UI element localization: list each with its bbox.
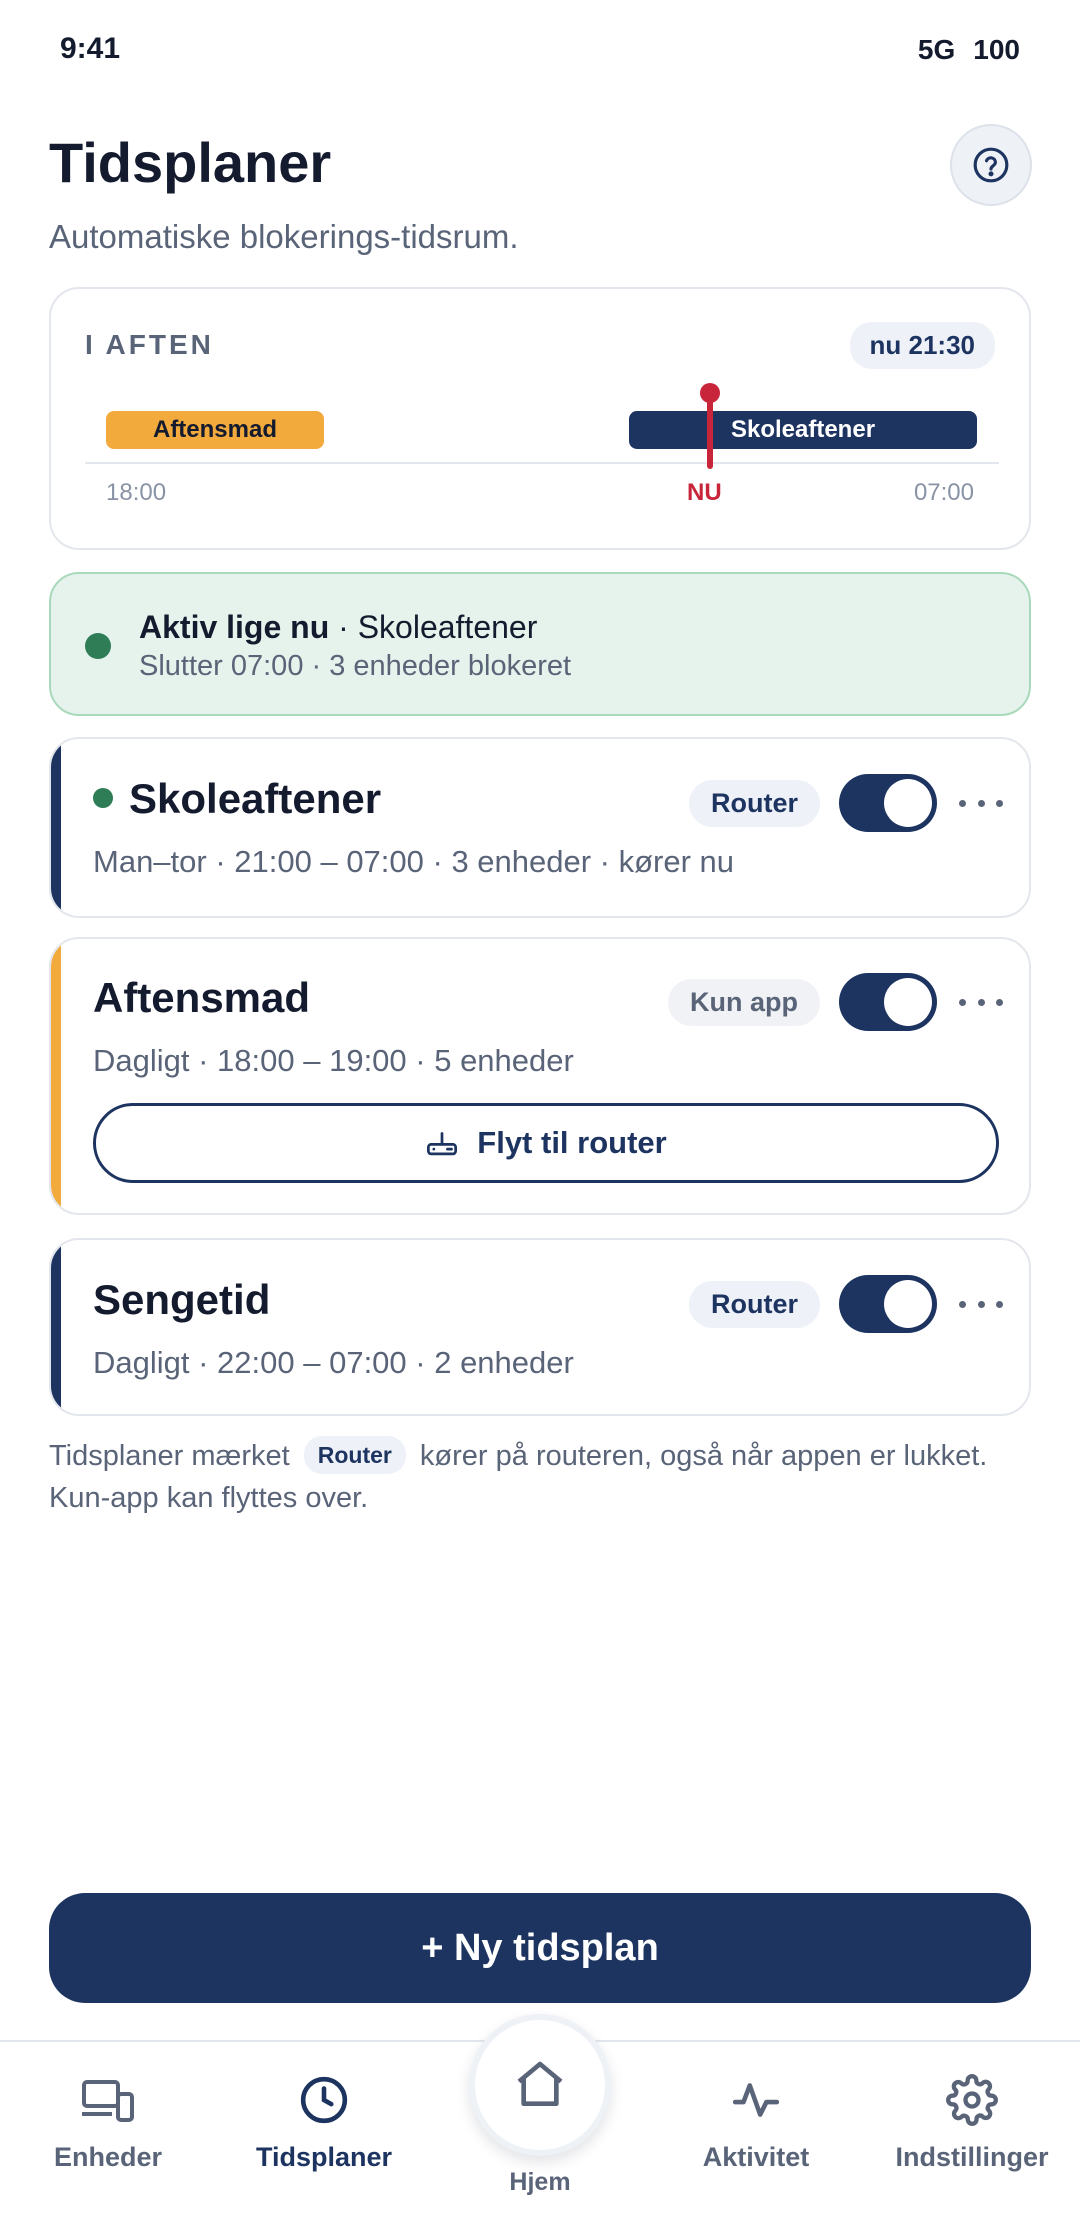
question-circle-icon bbox=[973, 147, 1009, 183]
more-options-icon[interactable] bbox=[959, 1294, 1003, 1314]
battery-indicator: 100 bbox=[973, 34, 1020, 65]
schedule-toggle[interactable] bbox=[839, 1275, 937, 1333]
schedule-accent bbox=[51, 1240, 61, 1414]
schedule-toggle[interactable] bbox=[839, 774, 937, 832]
nav-item-tidsplaner[interactable]: Tidsplaner bbox=[214, 2072, 434, 2173]
nav-item-hjem[interactable] bbox=[469, 2014, 611, 2156]
nav-item-aktivitet[interactable]: Aktivitet bbox=[646, 2072, 866, 2173]
router-badge: Router bbox=[689, 1281, 820, 1328]
activity-icon bbox=[732, 2083, 780, 2117]
schedule-meta: Man–tor · 21:00 – 07:00 · 3 enheder · kø… bbox=[93, 844, 735, 879]
live-dot-icon bbox=[93, 787, 113, 808]
more-options-icon[interactable] bbox=[959, 992, 1003, 1012]
schedule-toggle[interactable] bbox=[839, 973, 937, 1031]
more-options-icon[interactable] bbox=[959, 793, 1003, 813]
timeline-heading: I AFTEN bbox=[85, 329, 214, 360]
schedule-name: Skoleaftener bbox=[93, 775, 381, 823]
router-badge: Router bbox=[303, 1436, 406, 1474]
schedule-name: Sengetid bbox=[93, 1276, 271, 1323]
home-icon bbox=[517, 2061, 563, 2106]
clock-icon bbox=[300, 2076, 348, 2124]
schedule-card-skoleaftener[interactable]: Skoleaftener Router Man–tor · 21:00 – 07… bbox=[49, 737, 1031, 918]
page-title: Tidsplaner bbox=[49, 131, 332, 194]
help-button[interactable] bbox=[950, 124, 1032, 206]
timeline-now-label: NU bbox=[687, 479, 722, 506]
now-marker-dot bbox=[700, 383, 720, 403]
router-icon bbox=[427, 1132, 458, 1156]
active-now-detail: Slutter 07:00 · 3 enheder blokeret bbox=[139, 650, 572, 682]
network-indicator: 5G bbox=[917, 34, 956, 65]
active-now-banner[interactable]: Aktiv lige nu · Skoleaftener Slutter 07:… bbox=[49, 572, 1031, 716]
timeline-axis bbox=[85, 462, 999, 464]
timeline-bar-aftensmad[interactable]: Aftensmad bbox=[106, 411, 324, 449]
schedule-card-sengetid[interactable]: Sengetid Router Dagligt · 22:00 – 07:00 … bbox=[49, 1238, 1031, 1416]
gear-icon bbox=[946, 2074, 998, 2126]
timeline-start-label: 18:00 bbox=[106, 479, 167, 506]
tonight-timeline-card: I AFTEN nu 21:30 Aftensmad Skoleaftener … bbox=[49, 287, 1031, 550]
page-subtitle: Automatiske blokerings-tidsrum. bbox=[49, 218, 519, 255]
new-schedule-button[interactable]: + Ny tidsplan bbox=[49, 1893, 1031, 2003]
schedule-card-aftensmad[interactable]: Aftensmad Kun app Dagligt · 18:00 – 19:0… bbox=[49, 937, 1031, 1215]
active-status-dot bbox=[85, 633, 111, 659]
timeline-end-label: 07:00 bbox=[913, 479, 974, 506]
move-to-router-button[interactable]: Flyt til router bbox=[93, 1103, 999, 1183]
nav-item-enheder[interactable]: Enheder bbox=[0, 2072, 218, 2173]
schedule-meta: Dagligt · 22:00 – 07:00 · 2 enheder bbox=[93, 1345, 574, 1380]
status-bar: 9:41 5G 100 bbox=[0, 0, 1080, 100]
nav-item-indstillinger[interactable]: Indstillinger bbox=[862, 2072, 1080, 2173]
schedule-name: Aftensmad bbox=[93, 974, 311, 1021]
schedule-meta: Dagligt · 18:00 – 19:00 · 5 enheder bbox=[93, 1043, 574, 1078]
status-time: 9:41 bbox=[60, 32, 121, 65]
router-badge: Router bbox=[689, 780, 820, 827]
schedule-accent bbox=[51, 739, 61, 916]
status-indicators: 5G 100 bbox=[900, 34, 1020, 66]
devices-icon bbox=[82, 2080, 134, 2122]
current-time-badge: nu 21:30 bbox=[849, 322, 995, 369]
nav-label-hjem: Hjem bbox=[509, 2168, 571, 2196]
app-only-badge: Kun app bbox=[668, 979, 820, 1026]
schedule-accent bbox=[51, 939, 61, 1213]
active-now-title: Aktiv lige nu · Skoleaftener bbox=[139, 609, 538, 645]
timeline-bar-skoleaftener[interactable]: Skoleaftener bbox=[629, 411, 977, 449]
router-footnote: Tidsplaner mærket Router kører på router… bbox=[49, 1435, 1039, 1519]
